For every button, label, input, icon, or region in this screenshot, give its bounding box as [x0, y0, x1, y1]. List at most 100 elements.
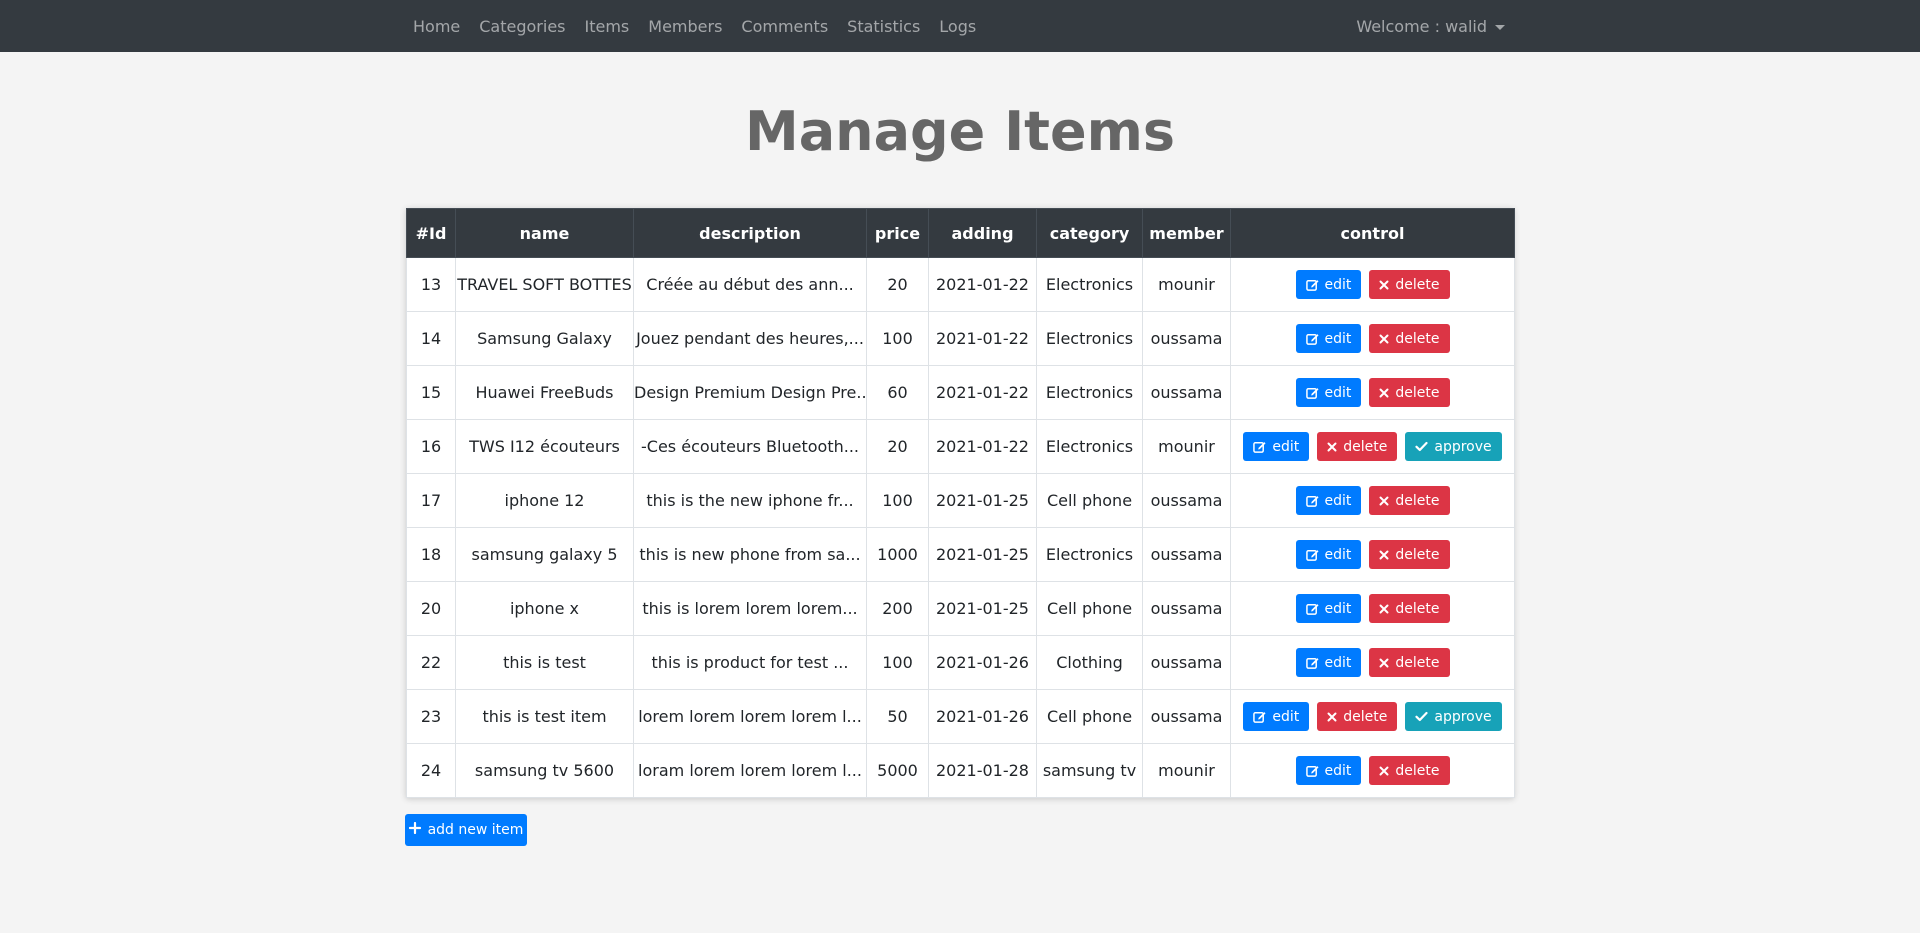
control-buttons: edit delete [1232, 540, 1514, 569]
header-adding: adding [928, 208, 1037, 258]
x-icon [1379, 766, 1389, 776]
header-name: name [455, 208, 634, 258]
cell-control: edit delete [1230, 365, 1515, 420]
cell-control: edit delete [1230, 473, 1515, 528]
cell-description: Créée au début des ann... [633, 257, 867, 312]
approve-button[interactable]: approve [1405, 702, 1502, 731]
edit-button[interactable]: edit [1295, 324, 1362, 353]
control-buttons: edit delete [1232, 324, 1514, 353]
page-title: Manage Items [744, 100, 1176, 163]
cell-name: this is test [455, 635, 634, 690]
table-row: 24 samsung tv 5600 loram lorem lorem lorem… [406, 743, 1515, 798]
nav-link-logs[interactable]: Logs [939, 17, 985, 36]
plus-icon [408, 821, 421, 838]
cell-category: Electronics [1036, 365, 1143, 420]
nav-link-categories[interactable]: Categories [479, 17, 574, 36]
x-icon [1327, 712, 1337, 722]
cell-member: oussama [1142, 311, 1231, 366]
cell-category: Electronics [1036, 311, 1143, 366]
delete-button[interactable]: delete [1369, 648, 1450, 677]
navbar: Home Categories Items Members Comments S… [0, 0, 1920, 52]
cell-price: 100 [866, 473, 929, 528]
edit-label: edit [1324, 276, 1352, 293]
edit-label: edit [1324, 384, 1352, 401]
cell-member: oussama [1142, 473, 1231, 528]
delete-button[interactable]: delete [1369, 540, 1450, 569]
cell-price: 100 [866, 635, 929, 690]
cell-category: Cell phone [1036, 581, 1143, 636]
edit-button[interactable]: edit [1243, 432, 1310, 461]
x-icon [1379, 280, 1389, 290]
cell-name: samsung tv 5600 [455, 743, 634, 798]
edit-button[interactable]: edit [1243, 702, 1310, 731]
cell-control: edit delete [1230, 527, 1515, 582]
x-icon [1379, 604, 1389, 614]
user-menu[interactable]: Welcome : walid [1356, 0, 1505, 52]
cell-member: oussama [1142, 689, 1231, 744]
cell-price: 50 [866, 689, 929, 744]
cell-control: edit delete [1230, 743, 1515, 798]
table-row: 20 iphone x this is lorem lorem lorem... 20… [406, 581, 1515, 636]
cell-member: oussama [1142, 365, 1231, 420]
cell-description: loram lorem lorem lorem l... [633, 743, 867, 798]
cell-id: 13 [406, 257, 456, 312]
delete-button[interactable]: delete [1369, 756, 1450, 785]
delete-button[interactable]: delete [1317, 432, 1398, 461]
add-new-item-button[interactable]: add new item [405, 814, 527, 846]
cell-name: Samsung Galaxy [455, 311, 634, 366]
edit-button[interactable]: edit [1295, 648, 1362, 677]
cell-price: 5000 [866, 743, 929, 798]
control-buttons: edit delete [1232, 756, 1514, 785]
cell-adding: 2021-01-22 [928, 257, 1037, 312]
cell-adding: 2021-01-22 [928, 365, 1037, 420]
items-table-container: #Id name description price adding catego… [406, 208, 1515, 798]
header-price: price [866, 208, 929, 258]
cell-category: Electronics [1036, 527, 1143, 582]
delete-button[interactable]: delete [1369, 594, 1450, 623]
edit-icon [1305, 494, 1319, 507]
edit-label: edit [1324, 546, 1352, 563]
delete-label: delete [1395, 762, 1440, 779]
edit-icon [1305, 656, 1319, 669]
edit-label: edit [1324, 492, 1352, 509]
table-row: 15 Huawei FreeBuds Design Premium Design P… [406, 365, 1515, 420]
cell-description: Jouez pendant des heures,... [633, 311, 867, 366]
edit-button[interactable]: edit [1295, 540, 1362, 569]
nav-links: Home Categories Items Members Comments S… [413, 0, 995, 52]
delete-button[interactable]: delete [1369, 324, 1450, 353]
cell-price: 200 [866, 581, 929, 636]
cell-name: samsung galaxy 5 [455, 527, 634, 582]
cell-id: 20 [406, 581, 456, 636]
nav-link-members[interactable]: Members [648, 17, 731, 36]
cell-adding: 2021-01-28 [928, 743, 1037, 798]
cell-category: Electronics [1036, 257, 1143, 312]
cell-member: oussama [1142, 635, 1231, 690]
cell-control: edit delete [1230, 311, 1515, 366]
edit-button[interactable]: edit [1295, 756, 1362, 785]
edit-button[interactable]: edit [1295, 270, 1362, 299]
approve-label: approve [1434, 708, 1492, 725]
delete-label: delete [1395, 492, 1440, 509]
table-header-row: #Id name description price adding catego… [406, 208, 1515, 258]
edit-button[interactable]: edit [1295, 594, 1362, 623]
cell-adding: 2021-01-25 [928, 581, 1037, 636]
x-icon [1327, 442, 1337, 452]
nav-link-comments[interactable]: Comments [741, 17, 837, 36]
edit-button[interactable]: edit [1295, 486, 1362, 515]
nav-link-items[interactable]: Items [585, 17, 639, 36]
edit-icon [1305, 548, 1319, 561]
edit-label: edit [1272, 708, 1300, 725]
cell-id: 15 [406, 365, 456, 420]
edit-label: edit [1324, 762, 1352, 779]
delete-button[interactable]: delete [1369, 270, 1450, 299]
delete-button[interactable]: delete [1317, 702, 1398, 731]
nav-link-statistics[interactable]: Statistics [847, 17, 929, 36]
table-row: 23 this is test item lorem lorem lorem lor… [406, 689, 1515, 744]
approve-button[interactable]: approve [1405, 432, 1502, 461]
header-member: member [1142, 208, 1231, 258]
nav-link-home[interactable]: Home [413, 17, 469, 36]
delete-button[interactable]: delete [1369, 486, 1450, 515]
delete-label: delete [1395, 600, 1440, 617]
delete-button[interactable]: delete [1369, 378, 1450, 407]
edit-button[interactable]: edit [1295, 378, 1362, 407]
